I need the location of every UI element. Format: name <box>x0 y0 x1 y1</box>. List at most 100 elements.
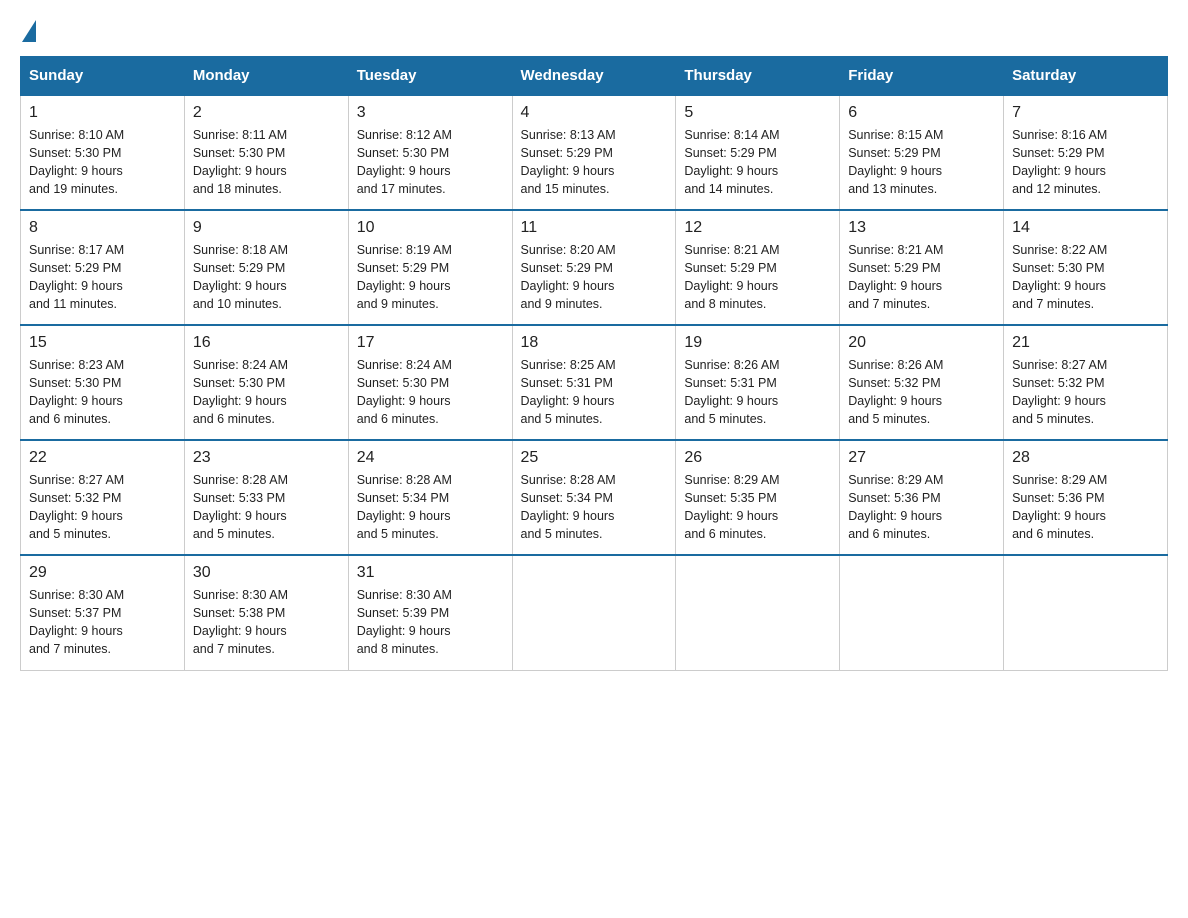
day-number: 15 <box>29 334 176 352</box>
day-info: Sunrise: 8:21 AM Sunset: 5:29 PM Dayligh… <box>848 241 995 314</box>
weekday-header-friday: Friday <box>840 57 1004 96</box>
calendar-cell: 28 Sunrise: 8:29 AM Sunset: 5:36 PM Dayl… <box>1004 440 1168 555</box>
calendar-cell <box>840 555 1004 670</box>
day-info: Sunrise: 8:24 AM Sunset: 5:30 PM Dayligh… <box>193 356 340 429</box>
calendar-cell: 9 Sunrise: 8:18 AM Sunset: 5:29 PM Dayli… <box>184 210 348 325</box>
day-number: 21 <box>1012 334 1159 352</box>
logo-triangle-icon <box>22 20 36 42</box>
calendar-cell: 27 Sunrise: 8:29 AM Sunset: 5:36 PM Dayl… <box>840 440 1004 555</box>
calendar-cell: 7 Sunrise: 8:16 AM Sunset: 5:29 PM Dayli… <box>1004 95 1168 210</box>
calendar-cell: 2 Sunrise: 8:11 AM Sunset: 5:30 PM Dayli… <box>184 95 348 210</box>
day-info: Sunrise: 8:26 AM Sunset: 5:32 PM Dayligh… <box>848 356 995 429</box>
day-info: Sunrise: 8:25 AM Sunset: 5:31 PM Dayligh… <box>521 356 668 429</box>
week-row-5: 29 Sunrise: 8:30 AM Sunset: 5:37 PM Dayl… <box>21 555 1168 670</box>
calendar-cell: 11 Sunrise: 8:20 AM Sunset: 5:29 PM Dayl… <box>512 210 676 325</box>
day-info: Sunrise: 8:30 AM Sunset: 5:37 PM Dayligh… <box>29 586 176 659</box>
day-number: 9 <box>193 219 340 237</box>
week-row-3: 15 Sunrise: 8:23 AM Sunset: 5:30 PM Dayl… <box>21 325 1168 440</box>
day-number: 7 <box>1012 104 1159 122</box>
calendar-cell: 21 Sunrise: 8:27 AM Sunset: 5:32 PM Dayl… <box>1004 325 1168 440</box>
day-number: 23 <box>193 449 340 467</box>
calendar-cell: 20 Sunrise: 8:26 AM Sunset: 5:32 PM Dayl… <box>840 325 1004 440</box>
calendar-cell: 14 Sunrise: 8:22 AM Sunset: 5:30 PM Dayl… <box>1004 210 1168 325</box>
day-info: Sunrise: 8:15 AM Sunset: 5:29 PM Dayligh… <box>848 126 995 199</box>
day-info: Sunrise: 8:27 AM Sunset: 5:32 PM Dayligh… <box>1012 356 1159 429</box>
weekday-header-monday: Monday <box>184 57 348 96</box>
day-number: 30 <box>193 564 340 582</box>
weekday-header-sunday: Sunday <box>21 57 185 96</box>
logo <box>20 20 36 36</box>
calendar-cell: 1 Sunrise: 8:10 AM Sunset: 5:30 PM Dayli… <box>21 95 185 210</box>
day-number: 24 <box>357 449 504 467</box>
calendar-cell: 10 Sunrise: 8:19 AM Sunset: 5:29 PM Dayl… <box>348 210 512 325</box>
calendar-cell: 12 Sunrise: 8:21 AM Sunset: 5:29 PM Dayl… <box>676 210 840 325</box>
calendar-cell: 31 Sunrise: 8:30 AM Sunset: 5:39 PM Dayl… <box>348 555 512 670</box>
calendar-cell: 4 Sunrise: 8:13 AM Sunset: 5:29 PM Dayli… <box>512 95 676 210</box>
day-number: 22 <box>29 449 176 467</box>
day-number: 16 <box>193 334 340 352</box>
calendar-cell: 30 Sunrise: 8:30 AM Sunset: 5:38 PM Dayl… <box>184 555 348 670</box>
day-info: Sunrise: 8:28 AM Sunset: 5:33 PM Dayligh… <box>193 471 340 544</box>
day-info: Sunrise: 8:12 AM Sunset: 5:30 PM Dayligh… <box>357 126 504 199</box>
day-info: Sunrise: 8:22 AM Sunset: 5:30 PM Dayligh… <box>1012 241 1159 314</box>
calendar-cell: 29 Sunrise: 8:30 AM Sunset: 5:37 PM Dayl… <box>21 555 185 670</box>
day-number: 14 <box>1012 219 1159 237</box>
calendar-cell: 17 Sunrise: 8:24 AM Sunset: 5:30 PM Dayl… <box>348 325 512 440</box>
day-info: Sunrise: 8:14 AM Sunset: 5:29 PM Dayligh… <box>684 126 831 199</box>
calendar-cell: 15 Sunrise: 8:23 AM Sunset: 5:30 PM Dayl… <box>21 325 185 440</box>
day-info: Sunrise: 8:19 AM Sunset: 5:29 PM Dayligh… <box>357 241 504 314</box>
calendar-cell: 16 Sunrise: 8:24 AM Sunset: 5:30 PM Dayl… <box>184 325 348 440</box>
day-info: Sunrise: 8:28 AM Sunset: 5:34 PM Dayligh… <box>357 471 504 544</box>
day-number: 1 <box>29 104 176 122</box>
day-number: 4 <box>521 104 668 122</box>
day-info: Sunrise: 8:26 AM Sunset: 5:31 PM Dayligh… <box>684 356 831 429</box>
day-number: 12 <box>684 219 831 237</box>
calendar-cell: 22 Sunrise: 8:27 AM Sunset: 5:32 PM Dayl… <box>21 440 185 555</box>
day-number: 11 <box>521 219 668 237</box>
calendar-cell: 6 Sunrise: 8:15 AM Sunset: 5:29 PM Dayli… <box>840 95 1004 210</box>
day-number: 18 <box>521 334 668 352</box>
day-info: Sunrise: 8:16 AM Sunset: 5:29 PM Dayligh… <box>1012 126 1159 199</box>
calendar-cell: 5 Sunrise: 8:14 AM Sunset: 5:29 PM Dayli… <box>676 95 840 210</box>
page-header <box>20 20 1168 36</box>
calendar-cell: 19 Sunrise: 8:26 AM Sunset: 5:31 PM Dayl… <box>676 325 840 440</box>
calendar-table: SundayMondayTuesdayWednesdayThursdayFrid… <box>20 56 1168 671</box>
calendar-cell: 8 Sunrise: 8:17 AM Sunset: 5:29 PM Dayli… <box>21 210 185 325</box>
day-info: Sunrise: 8:11 AM Sunset: 5:30 PM Dayligh… <box>193 126 340 199</box>
weekday-header-tuesday: Tuesday <box>348 57 512 96</box>
day-info: Sunrise: 8:29 AM Sunset: 5:35 PM Dayligh… <box>684 471 831 544</box>
calendar-cell: 25 Sunrise: 8:28 AM Sunset: 5:34 PM Dayl… <box>512 440 676 555</box>
day-number: 27 <box>848 449 995 467</box>
day-number: 26 <box>684 449 831 467</box>
week-row-4: 22 Sunrise: 8:27 AM Sunset: 5:32 PM Dayl… <box>21 440 1168 555</box>
day-number: 31 <box>357 564 504 582</box>
calendar-cell: 24 Sunrise: 8:28 AM Sunset: 5:34 PM Dayl… <box>348 440 512 555</box>
week-row-1: 1 Sunrise: 8:10 AM Sunset: 5:30 PM Dayli… <box>21 95 1168 210</box>
day-number: 19 <box>684 334 831 352</box>
calendar-cell <box>676 555 840 670</box>
day-info: Sunrise: 8:28 AM Sunset: 5:34 PM Dayligh… <box>521 471 668 544</box>
day-info: Sunrise: 8:21 AM Sunset: 5:29 PM Dayligh… <box>684 241 831 314</box>
week-row-2: 8 Sunrise: 8:17 AM Sunset: 5:29 PM Dayli… <box>21 210 1168 325</box>
day-info: Sunrise: 8:13 AM Sunset: 5:29 PM Dayligh… <box>521 126 668 199</box>
day-info: Sunrise: 8:30 AM Sunset: 5:39 PM Dayligh… <box>357 586 504 659</box>
day-number: 20 <box>848 334 995 352</box>
weekday-header-wednesday: Wednesday <box>512 57 676 96</box>
day-info: Sunrise: 8:27 AM Sunset: 5:32 PM Dayligh… <box>29 471 176 544</box>
calendar-cell <box>1004 555 1168 670</box>
day-number: 10 <box>357 219 504 237</box>
weekday-header-thursday: Thursday <box>676 57 840 96</box>
day-info: Sunrise: 8:20 AM Sunset: 5:29 PM Dayligh… <box>521 241 668 314</box>
day-info: Sunrise: 8:29 AM Sunset: 5:36 PM Dayligh… <box>848 471 995 544</box>
day-info: Sunrise: 8:18 AM Sunset: 5:29 PM Dayligh… <box>193 241 340 314</box>
calendar-cell: 26 Sunrise: 8:29 AM Sunset: 5:35 PM Dayl… <box>676 440 840 555</box>
day-info: Sunrise: 8:23 AM Sunset: 5:30 PM Dayligh… <box>29 356 176 429</box>
weekday-header-saturday: Saturday <box>1004 57 1168 96</box>
day-info: Sunrise: 8:29 AM Sunset: 5:36 PM Dayligh… <box>1012 471 1159 544</box>
weekday-header-row: SundayMondayTuesdayWednesdayThursdayFrid… <box>21 57 1168 96</box>
calendar-cell: 13 Sunrise: 8:21 AM Sunset: 5:29 PM Dayl… <box>840 210 1004 325</box>
day-number: 8 <box>29 219 176 237</box>
day-number: 6 <box>848 104 995 122</box>
day-info: Sunrise: 8:30 AM Sunset: 5:38 PM Dayligh… <box>193 586 340 659</box>
day-number: 17 <box>357 334 504 352</box>
